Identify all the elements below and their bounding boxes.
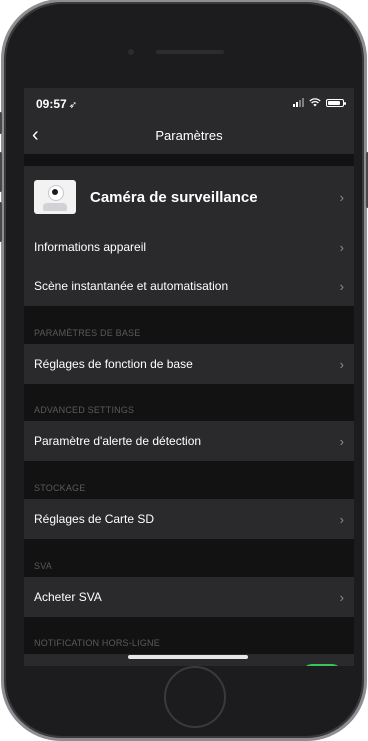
info-row[interactable]: Informations appareil › — [24, 228, 354, 266]
section-header-storage: STOCKAGE — [34, 483, 86, 493]
section-header-offline: NOTIFICATION HORS-LIGNE — [34, 638, 160, 648]
chevron-right-icon: › — [339, 189, 344, 205]
chevron-right-icon: › — [339, 433, 344, 449]
basic-settings-row[interactable]: Réglages de fonction de base › — [24, 344, 354, 384]
volume-up-button — [0, 152, 2, 192]
status-time: 09:57 ➶ — [36, 97, 77, 111]
wifi-icon — [309, 98, 321, 107]
home-indicator — [128, 655, 248, 659]
chevron-right-icon: › — [339, 589, 344, 605]
buy-sva-row[interactable]: Acheter SVA › — [24, 577, 354, 617]
status-bar: 09:57 ➶ — [24, 88, 354, 118]
sd-card-row[interactable]: Réglages de Carte SD › — [24, 499, 354, 539]
screen: 09:57 ➶ ‹ Paramètres Caméra de surveillan… — [24, 88, 354, 666]
nav-bar: ‹ Paramètres — [24, 118, 354, 154]
chevron-right-icon: › — [339, 356, 344, 372]
buy-sva-label: Acheter SVA — [34, 590, 102, 604]
section-header-advanced: ADVANCED SETTINGS — [34, 405, 135, 415]
volume-down-button — [0, 202, 2, 242]
camera-thumbnail — [34, 180, 76, 214]
time-text: 09:57 — [36, 97, 67, 111]
battery-icon — [326, 98, 346, 107]
section-header-basic: PARAMÈTRES DE BASE — [34, 328, 141, 338]
detection-alert-row[interactable]: Paramètre d'alerte de détection › — [24, 421, 354, 461]
mute-switch — [0, 112, 2, 134]
earpiece-speaker — [156, 50, 224, 54]
front-camera — [128, 49, 134, 55]
signal-icon — [293, 98, 304, 107]
scene-row[interactable]: Scène instantanée et automatisation › — [24, 266, 354, 306]
offline-notification-toggle[interactable] — [302, 664, 342, 666]
sd-card-label: Réglages de Carte SD — [34, 512, 155, 526]
chevron-right-icon: › — [339, 278, 344, 294]
status-icons — [293, 98, 346, 107]
section-header-sva: SVA — [34, 561, 52, 571]
chevron-right-icon: › — [339, 239, 344, 255]
detection-alert-label: Paramètre d'alerte de détection — [34, 434, 202, 448]
scene-label: Scène instantanée et automatisation — [34, 279, 229, 293]
home-button[interactable] — [164, 666, 226, 728]
basic-settings-label: Réglages de fonction de base — [34, 357, 193, 371]
page-title: Paramètres — [155, 128, 223, 143]
location-icon: ➶ — [68, 100, 78, 111]
info-label: Informations appareil — [34, 240, 147, 254]
device-row[interactable]: Caméra de surveillance › — [24, 166, 354, 228]
chevron-right-icon: › — [339, 511, 344, 527]
device-name: Caméra de surveillance — [90, 188, 258, 206]
